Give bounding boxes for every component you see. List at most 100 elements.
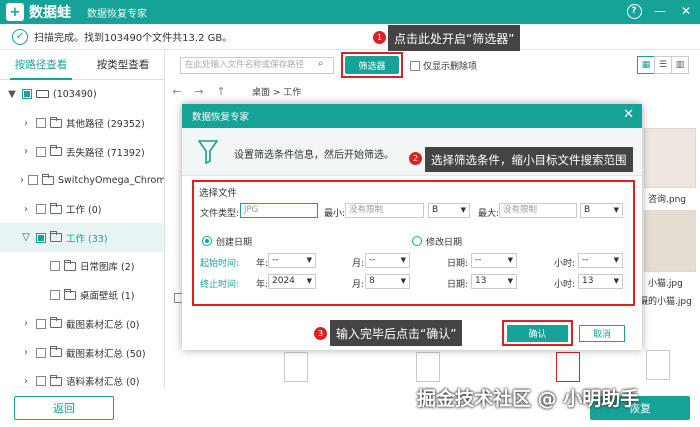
show-deleted-toggle[interactable]: 仅显示删除项 [410, 59, 477, 72]
pdf-file-icon[interactable] [556, 352, 580, 382]
tree-item-checkbox[interactable] [36, 204, 46, 215]
tree-item[interactable]: › 丢失路径 (71392) [0, 137, 164, 166]
tree-item[interactable]: › 截图素材汇总 (0) [0, 310, 164, 339]
tree-item-checkbox[interactable] [36, 146, 46, 157]
max-size-input[interactable]: 没有限制 [499, 203, 577, 218]
show-deleted-checkbox[interactable] [410, 60, 420, 71]
tree-item[interactable]: 日常图库 (2) [0, 252, 164, 281]
tree-item[interactable]: 桌面壁纸 (1) [0, 281, 164, 310]
tree-item[interactable]: › 截图素材汇总 (50) [0, 338, 164, 367]
tree-item-label: 工作 (0) [66, 205, 102, 217]
tree-item-checkbox[interactable] [36, 347, 46, 358]
search-input[interactable]: 在此处输入文件名称或保存路径 [180, 57, 334, 74]
modified-date-radio[interactable] [412, 236, 422, 246]
back-button[interactable]: 返回 [14, 396, 114, 420]
expand-caret-icon[interactable]: › [20, 118, 32, 129]
step-2-badge: 2 [409, 152, 422, 165]
end-year-label: 年: [256, 280, 269, 290]
expand-caret-icon[interactable]: › [20, 347, 32, 358]
min-unit-select[interactable]: B ▼ [428, 203, 470, 218]
created-date-radio[interactable] [202, 236, 212, 246]
ok-button[interactable]: 确认 [507, 325, 568, 342]
cancel-button[interactable]: 取消 [579, 325, 625, 342]
app-logo-icon: + [6, 3, 24, 21]
search-icon[interactable]: ⌕ [318, 58, 324, 69]
file-type-input[interactable]: JPG [240, 203, 318, 218]
folder-icon [50, 346, 62, 358]
max-unit-select[interactable]: B ▼ [580, 203, 623, 218]
filter-button[interactable]: 筛选器 [345, 56, 399, 74]
tree-item-label: 语料素材汇总 (0) [66, 377, 140, 389]
tree-item-checkbox[interactable] [36, 232, 46, 243]
expand-caret-icon[interactable]: › [20, 376, 32, 387]
grid-view-icon[interactable]: ▦ [637, 56, 655, 74]
tab-by-type[interactable]: 按类型查看 [82, 50, 164, 79]
view-mode-buttons: ▦ ☰ ▥ [637, 56, 689, 74]
min-unit-value: B [432, 205, 439, 215]
min-size-input[interactable]: 没有限制 [345, 203, 424, 218]
tree-item-label: 桌面壁纸 (1) [80, 291, 135, 303]
tree-item-checkbox[interactable] [50, 261, 60, 272]
end-time-label: 终止时间: [200, 280, 240, 290]
tree-item-checkbox[interactable] [50, 290, 60, 301]
dialog-close-icon[interactable]: ✕ [623, 107, 634, 122]
expand-caret-icon[interactable]: › [20, 175, 24, 186]
end-month-select[interactable]: 8 ▼ [365, 274, 410, 289]
list-view-icon[interactable]: ☰ [654, 56, 672, 74]
start-year-select[interactable]: -- ▼ [268, 253, 316, 268]
end-hour-select[interactable]: 13 ▼ [578, 274, 623, 289]
forward-arrow-icon[interactable]: → [188, 85, 210, 98]
tree-item-checkbox[interactable] [36, 118, 46, 129]
close-button[interactable]: ✕ [678, 2, 694, 20]
tree-item-checkbox[interactable] [36, 376, 46, 387]
folder-icon [50, 231, 62, 243]
file-thumbnail[interactable] [644, 128, 696, 188]
expand-caret-icon[interactable]: › [20, 146, 32, 157]
doc-file-icon[interactable] [646, 350, 670, 380]
end-year-value: 2024 [272, 276, 295, 286]
breadcrumb: 桌面 > 工作 [252, 87, 302, 98]
tree-item-checkbox[interactable] [22, 89, 32, 100]
funnel-icon [198, 140, 218, 164]
start-month-select[interactable]: -- ▼ [365, 253, 410, 268]
expand-caret-icon[interactable]: › [20, 318, 32, 329]
tab-by-path[interactable]: 按路径查看 [0, 50, 82, 80]
tree-item[interactable]: › SwitchyOmega_Chromium [0, 166, 164, 195]
tree-item[interactable]: › 工作 (0) [0, 195, 164, 224]
chevron-down-icon: ▼ [613, 206, 619, 214]
step-1-badge: 1 [373, 31, 386, 44]
start-hour-select[interactable]: -- ▼ [578, 253, 623, 268]
file-label: 咨询.png [648, 195, 686, 205]
tree-item[interactable]: › 其他路径 (29352) [0, 109, 164, 138]
chevron-down-icon: ▼ [613, 277, 619, 285]
tree-item-checkbox[interactable] [28, 175, 38, 186]
tree-item[interactable]: ▽ 工作 (33) [0, 223, 164, 253]
word-file-icon[interactable] [284, 352, 308, 382]
back-arrow-icon[interactable]: ← [166, 85, 188, 98]
view-tabs: 按路径查看 按类型查看 [0, 50, 164, 80]
detail-view-icon[interactable]: ▥ [671, 56, 689, 74]
chevron-down-icon: ▼ [507, 277, 513, 285]
end-year-select[interactable]: 2024 ▼ [268, 274, 316, 289]
end-day-select[interactable]: 13 ▼ [471, 274, 517, 289]
file-type-label: 文件类型: [200, 209, 240, 219]
start-day-select[interactable]: -- ▼ [471, 253, 517, 268]
help-button[interactable]: ? [626, 2, 642, 20]
tree-item[interactable]: ▼ (103490) [0, 80, 164, 109]
expand-caret-icon[interactable]: ▽ [20, 232, 32, 243]
folder-icon [50, 145, 62, 157]
up-arrow-icon[interactable]: ↑ [210, 85, 232, 98]
expand-caret-icon[interactable]: ▼ [6, 89, 18, 100]
file-thumbnail[interactable] [644, 210, 696, 272]
minimize-button[interactable]: — [652, 2, 668, 20]
tree-item[interactable]: › 语料素材汇总 (0) [0, 367, 164, 396]
created-date-label: 创建日期 [216, 238, 253, 248]
dialog-instruction: 设置筛选条件信息，然后开始筛选。 [234, 150, 394, 161]
start-hour-label: 小时: [554, 259, 576, 269]
expand-caret-icon[interactable]: › [20, 204, 32, 215]
ppt-file-icon[interactable] [416, 352, 440, 382]
max-unit-value: B [584, 205, 591, 215]
tree-item-checkbox[interactable] [36, 318, 46, 329]
folder-icon [42, 173, 54, 185]
tree-item-label: 日常图库 (2) [80, 262, 135, 274]
